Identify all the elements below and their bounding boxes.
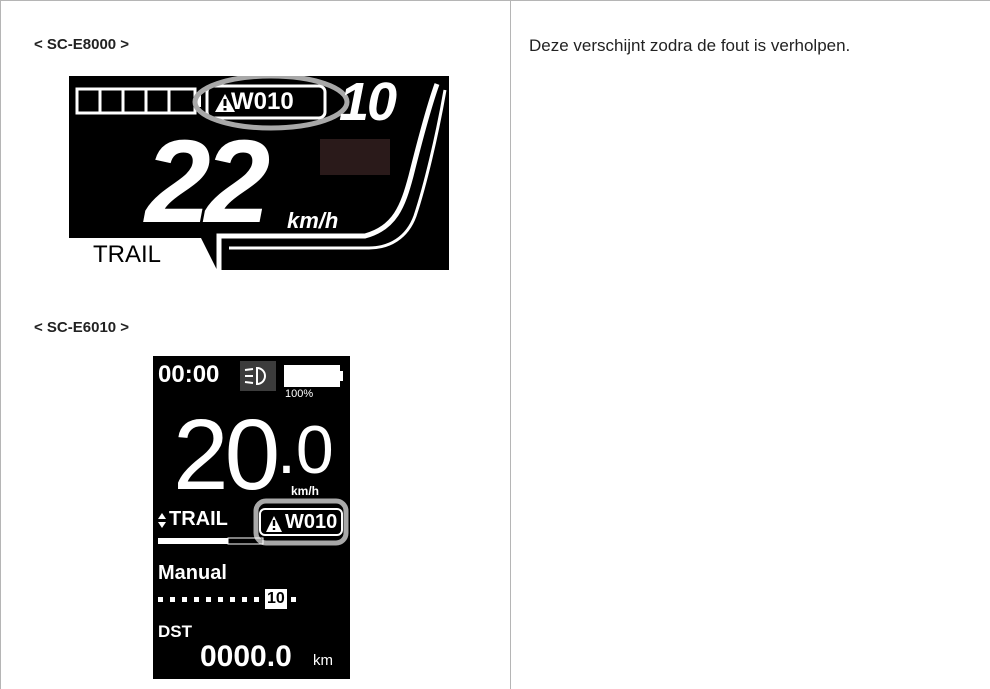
label-sc-e8000: < SC-E8000 > — [34, 36, 130, 53]
sc-e6010-display: 00:00 100% 20 .0 km/h TRAIL W010 Manual … — [153, 356, 350, 679]
speed-decimal: .0 — [277, 412, 334, 488]
table: < SC-E8000 > W010 10 22 km/h TRAIL < SC-… — [0, 0, 990, 689]
mode-switch-icon — [158, 513, 166, 519]
warning-code: W010 — [285, 511, 338, 533]
label-sc-e6010: < SC-E6010 > — [34, 319, 130, 336]
shift-mode: Manual — [158, 562, 227, 584]
dst-unit: km — [313, 652, 333, 669]
assist-bar — [158, 538, 228, 544]
speed-unit: km/h — [287, 208, 339, 233]
table-column-divider — [510, 1, 511, 689]
warning-code: W010 — [231, 88, 294, 115]
description-text: Deze verschijnt zodra de fout is verholp… — [529, 36, 851, 55]
dst-value: 0000.0 — [200, 640, 292, 673]
clock-time: 00:00 — [158, 361, 220, 388]
dst-label: DST — [158, 622, 192, 641]
assist-level: 10 — [339, 72, 397, 132]
battery-bar-icon — [75, 87, 201, 115]
sc-e8000-display: W010 10 22 km/h TRAIL — [69, 72, 449, 270]
table-border-left — [0, 1, 1, 689]
speed-value: 22 — [145, 116, 270, 248]
gear-number: 10 — [267, 590, 285, 607]
speed-integer: 20 — [173, 399, 280, 511]
indicator-square — [320, 139, 390, 175]
ride-mode: TRAIL — [93, 241, 162, 268]
speed-unit: km/h — [291, 484, 320, 498]
ride-mode: TRAIL — [169, 508, 228, 530]
battery-icon — [284, 365, 340, 387]
battery-percent: 100% — [285, 388, 314, 400]
